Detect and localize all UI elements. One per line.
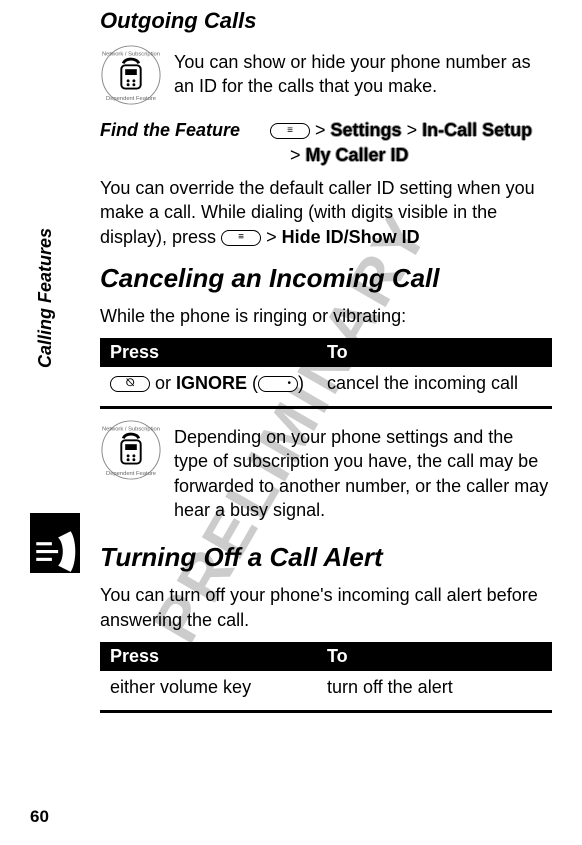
section-side-label: Calling Features	[35, 228, 56, 368]
col-to: To	[317, 338, 552, 367]
turnoff-press-cell: either volume key	[100, 671, 317, 704]
find-the-feature-label: Find the Feature	[100, 120, 250, 166]
soft-key-icon	[258, 376, 298, 392]
cancel-table: Press To or IGNORE () cancel the incomin…	[100, 338, 552, 400]
svg-text:Dependent Feature: Dependent Feature	[106, 471, 156, 477]
menu-key-icon	[221, 230, 261, 246]
outgoing-intro: You can show or hide your phone number a…	[174, 50, 552, 99]
col-press: Press	[100, 642, 317, 671]
heading-outgoing-calls: Outgoing Calls	[100, 8, 552, 34]
svg-text:Dependent Feature: Dependent Feature	[106, 96, 156, 102]
menu-key-icon	[270, 123, 310, 139]
phone-icon	[30, 525, 80, 575]
find-the-feature-path: > Settings > In-Call Setup > My Caller I…	[270, 120, 532, 166]
network-subscription-dependent-icon: Network / Subscription Dependent Feature	[100, 44, 162, 106]
table-header-row: Press To	[100, 642, 552, 671]
table-row: either volume key turn off the alert	[100, 671, 552, 704]
network-subscription-dependent-icon: Network / Subscription Dependent Feature	[100, 419, 162, 481]
svg-text:Network / Subscription: Network / Subscription	[102, 52, 160, 58]
override-paragraph: You can override the default caller ID s…	[100, 176, 552, 249]
end-key-icon	[110, 376, 150, 392]
table-rule	[100, 406, 552, 409]
page-number: 60	[30, 807, 49, 827]
cancel-dependent-note: Depending on your phone settings and the…	[174, 425, 552, 522]
turnoff-table: Press To either volume key turn off the …	[100, 642, 552, 704]
col-press: Press	[100, 338, 317, 367]
cancel-press-cell: or IGNORE ()	[100, 367, 317, 400]
col-to: To	[317, 642, 552, 671]
table-row: or IGNORE () cancel the incoming call	[100, 367, 552, 400]
heading-turning-off-alert: Turning Off a Call Alert	[100, 542, 552, 573]
table-rule	[100, 710, 552, 713]
turnoff-intro: You can turn off your phone's incoming c…	[100, 583, 552, 632]
heading-canceling-incoming: Canceling an Incoming Call	[100, 263, 552, 294]
svg-text:Network / Subscription: Network / Subscription	[102, 427, 160, 433]
turnoff-to-cell: turn off the alert	[317, 671, 552, 704]
cancel-intro: While the phone is ringing or vibrating:	[100, 304, 552, 328]
cancel-to-cell: cancel the incoming call	[317, 367, 552, 400]
sidebar-icon-block	[30, 513, 80, 573]
table-header-row: Press To	[100, 338, 552, 367]
